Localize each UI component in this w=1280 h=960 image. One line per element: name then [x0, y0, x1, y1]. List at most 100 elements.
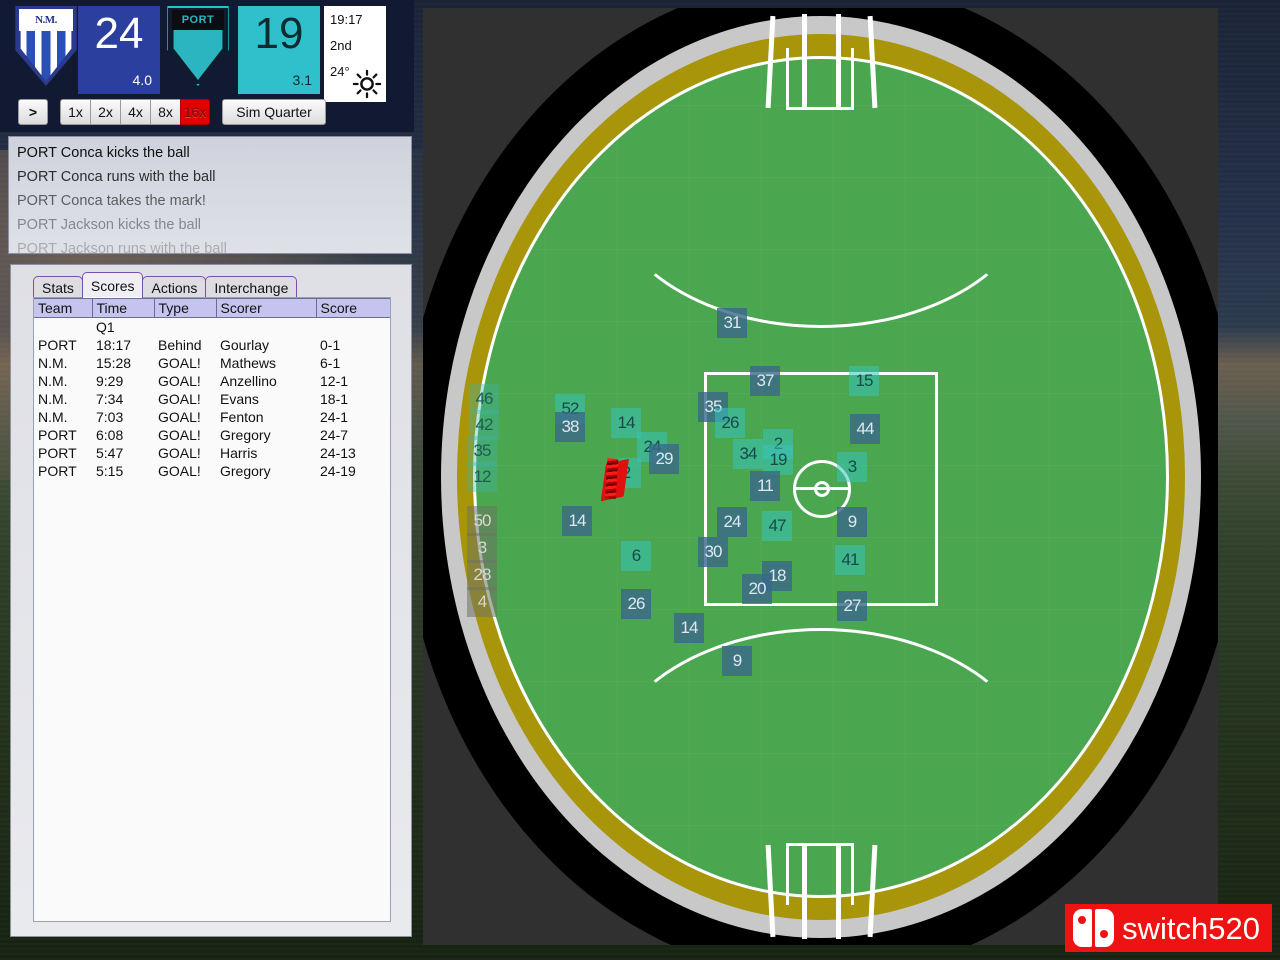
match-pitch-view[interactable]: 46423512 503284 313715352652381444242934…: [423, 8, 1218, 945]
home-score-breakdown: 4.0: [133, 72, 152, 88]
table-row[interactable]: N.M.15:28GOAL!Mathews6-1: [34, 354, 390, 372]
table-row[interactable]: PORT6:08GOAL!Gregory24-7: [34, 426, 390, 444]
watermark-text: switch520: [1122, 913, 1260, 944]
cell-team: N.M.: [34, 354, 92, 372]
cell-scorer: Gourlay: [216, 336, 316, 354]
col-header-team[interactable]: Team: [34, 299, 92, 318]
cell-score: 24-19: [316, 462, 390, 480]
player-marker[interactable]: 27: [837, 591, 867, 621]
cell-scorer: Gregory: [216, 426, 316, 444]
speed-selector[interactable]: 1x2x4x8x16x: [60, 99, 210, 125]
cell-team: N.M.: [34, 390, 92, 408]
switch520-watermark: switch520: [1065, 904, 1272, 952]
cell-score: 24-1: [316, 408, 390, 426]
away-score-breakdown: 3.1: [293, 72, 312, 88]
table-row[interactable]: PORT5:47GOAL!Harris24-13: [34, 444, 390, 462]
table-row[interactable]: N.M.7:03GOAL!Fenton24-1: [34, 408, 390, 426]
quarter-label: Q1: [92, 318, 154, 336]
cell-team: PORT: [34, 444, 92, 462]
cell-type: GOAL!: [154, 354, 216, 372]
cell-type: GOAL!: [154, 444, 216, 462]
commentary-line: PORT Jackson kicks the ball: [17, 213, 411, 237]
goal-square-bottom: [786, 843, 854, 905]
player-marker[interactable]: 9: [837, 507, 867, 537]
player-marker[interactable]: 37: [750, 366, 780, 396]
cell-team: PORT: [34, 426, 92, 444]
cell-type: GOAL!: [154, 372, 216, 390]
speed-button-8x[interactable]: 8x: [150, 99, 180, 125]
playback-controls[interactable]: > 1x2x4x8x16x Sim Quarter: [18, 99, 326, 125]
bench-player-nm[interactable]: 4: [467, 587, 497, 617]
col-header-time[interactable]: Time: [92, 299, 154, 318]
cell-type: Behind: [154, 336, 216, 354]
speed-button-2x[interactable]: 2x: [90, 99, 120, 125]
table-row[interactable]: PORT18:17BehindGourlay0-1: [34, 336, 390, 354]
tab-stats[interactable]: Stats: [33, 276, 83, 298]
player-marker[interactable]: 26: [715, 408, 745, 438]
bench-player-nm[interactable]: 28: [467, 560, 497, 590]
cell-score: 0-1: [316, 336, 390, 354]
table-row[interactable]: PORT5:15GOAL!Gregory24-19: [34, 462, 390, 480]
player-marker[interactable]: 44: [850, 414, 880, 444]
player-marker[interactable]: 31: [717, 308, 747, 338]
cell-team: PORT: [34, 462, 92, 480]
cell-time: 7:03: [92, 408, 154, 426]
cell-time: 7:34: [92, 390, 154, 408]
tab-scores[interactable]: Scores: [82, 272, 144, 298]
tab-strip[interactable]: StatsScoresActionsInterchange: [33, 274, 296, 298]
cell-time: 6:08: [92, 426, 154, 444]
player-marker[interactable]: 11: [750, 471, 780, 501]
player-marker[interactable]: 34: [733, 439, 763, 469]
cell-time: 5:15: [92, 462, 154, 480]
cell-scorer: Anzellino: [216, 372, 316, 390]
cell-time: 18:17: [92, 336, 154, 354]
speed-button-16x[interactable]: 16x: [180, 99, 210, 125]
away-crest-label: PORT: [172, 10, 224, 30]
player-marker[interactable]: 29: [649, 444, 679, 474]
player-marker[interactable]: 38: [555, 412, 585, 442]
bench-player-nm[interactable]: 3: [467, 533, 497, 563]
bench-player-nm[interactable]: 50: [467, 506, 497, 536]
player-marker[interactable]: 14: [562, 506, 592, 536]
cell-score: 18-1: [316, 390, 390, 408]
col-header-score[interactable]: Score: [316, 299, 390, 318]
player-marker[interactable]: 14: [674, 613, 704, 643]
sim-quarter-button[interactable]: Sim Quarter: [222, 99, 326, 125]
commentary-line: PORT Conca takes the mark!: [17, 189, 411, 213]
player-marker[interactable]: 3: [837, 452, 867, 482]
bench-player-port[interactable]: 12: [467, 462, 497, 492]
player-marker[interactable]: 26: [621, 589, 651, 619]
goal-square-top: [786, 48, 854, 110]
cell-score: 6-1: [316, 354, 390, 372]
player-marker[interactable]: 30: [698, 537, 728, 567]
speed-button-4x[interactable]: 4x: [120, 99, 150, 125]
step-forward-button[interactable]: >: [18, 99, 48, 125]
commentary-line: PORT Jackson runs with the ball: [17, 237, 411, 254]
commentary-line: PORT Conca runs with the ball: [17, 165, 411, 189]
cell-team: N.M.: [34, 408, 92, 426]
goal-post-top-left: [802, 14, 807, 108]
tab-interchange[interactable]: Interchange: [205, 276, 297, 298]
col-header-type[interactable]: Type: [154, 299, 216, 318]
info-pane[interactable]: StatsScoresActionsInterchange TeamTimeTy…: [10, 264, 412, 937]
player-marker[interactable]: 6: [621, 541, 651, 571]
player-marker[interactable]: 47: [762, 511, 792, 541]
goal-post-bottom-left: [802, 845, 807, 939]
table-row[interactable]: N.M.7:34GOAL!Evans18-1: [34, 390, 390, 408]
tab-actions[interactable]: Actions: [142, 276, 206, 298]
match-quarter: 2nd: [330, 38, 386, 53]
col-header-scorer[interactable]: Scorer: [216, 299, 316, 318]
scores-table-area[interactable]: TeamTimeTypeScorerScore Q1PORT18:17Behin…: [33, 297, 391, 922]
player-marker[interactable]: 20: [742, 574, 772, 604]
player-marker[interactable]: 15: [849, 366, 879, 396]
player-marker[interactable]: 24: [717, 507, 747, 537]
cell-time: 5:47: [92, 444, 154, 462]
player-marker[interactable]: 41: [835, 545, 865, 575]
match-control-panel[interactable]: N.M. 24 4.0 PORT 19 3.1 19:17 2nd 24°: [0, 0, 414, 945]
table-row[interactable]: N.M.9:29GOAL!Anzellino12-1: [34, 372, 390, 390]
cell-type: GOAL!: [154, 390, 216, 408]
player-marker[interactable]: 9: [722, 646, 752, 676]
cell-scorer: Evans: [216, 390, 316, 408]
speed-button-1x[interactable]: 1x: [60, 99, 90, 125]
cell-team: N.M.: [34, 372, 92, 390]
